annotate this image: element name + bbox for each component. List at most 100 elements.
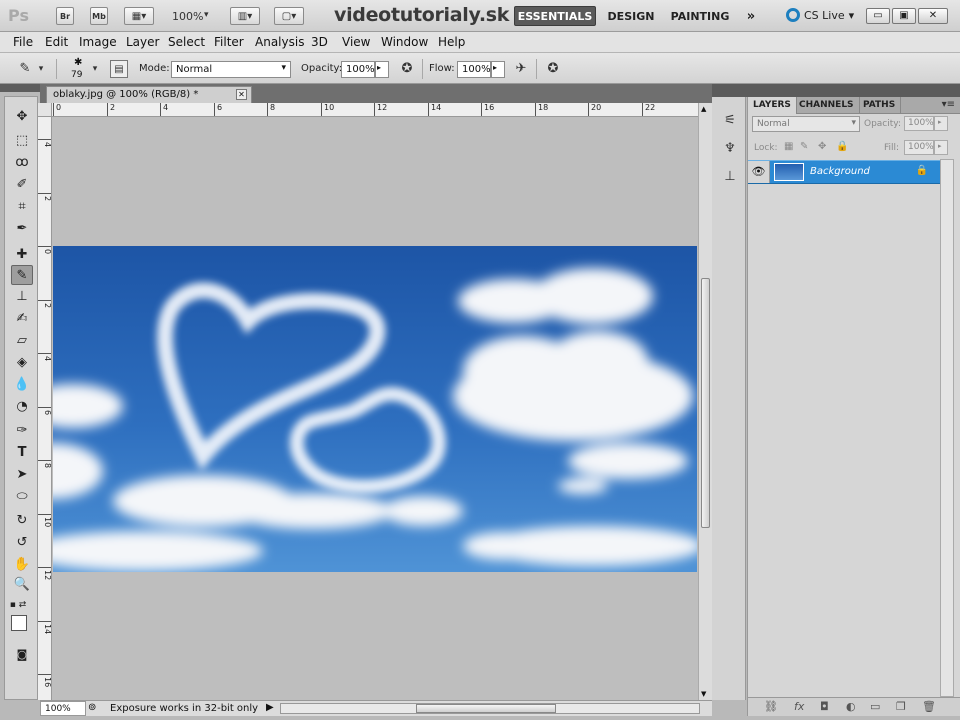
layers-scrollbar[interactable] xyxy=(940,159,954,697)
brush-tool-icon[interactable]: ✎ xyxy=(11,265,33,285)
layer-row-background[interactable]: 👁 Background 🔒 xyxy=(748,160,940,184)
horizontal-scrollbar[interactable] xyxy=(280,703,700,714)
view-extras-button[interactable]: ▦▾ xyxy=(124,7,154,25)
restore-button[interactable]: ▣ xyxy=(892,8,916,24)
new-layer-icon[interactable]: ❐ xyxy=(896,700,906,713)
tab-channels[interactable]: CHANNELS xyxy=(794,97,860,114)
lock-position-icon[interactable]: ✥ xyxy=(818,141,826,152)
vertical-ruler[interactable]: 4 2 0 2 4 6 8 10 12 14 16 xyxy=(38,117,52,700)
status-menu-arrow-icon[interactable]: ▶ xyxy=(266,702,274,713)
minimize-button[interactable]: ▭ xyxy=(866,8,890,24)
vertical-scrollbar[interactable]: ▲ ▼ xyxy=(698,103,712,700)
toolbox-header[interactable] xyxy=(0,84,40,92)
fill-slider-arrow[interactable]: ▸ xyxy=(934,140,948,155)
history-brush-tool-icon[interactable]: ✍ xyxy=(11,309,33,329)
close-button[interactable]: ✕ xyxy=(918,8,948,24)
pen-tool-icon[interactable]: ✑ xyxy=(11,421,33,441)
foreground-color-swatch[interactable] xyxy=(11,615,27,631)
hand-tool-icon[interactable]: ✋ xyxy=(11,555,33,575)
menu-edit[interactable]: Edit xyxy=(45,35,68,49)
panel-menu-icon[interactable]: ▾≡ xyxy=(942,99,955,110)
ellipse-tool-icon[interactable]: ⬭ xyxy=(11,487,33,507)
crop-tool-icon[interactable]: ⌗ xyxy=(11,197,33,217)
healing-brush-tool-icon[interactable]: ✚ xyxy=(11,245,33,265)
eraser-tool-icon[interactable]: ▱ xyxy=(11,331,33,351)
menu-help[interactable]: Help xyxy=(438,35,465,49)
document-info-icon[interactable]: ⊚ xyxy=(88,702,96,713)
bridge-button[interactable]: Br xyxy=(56,7,74,25)
menu-image[interactable]: Image xyxy=(79,35,117,49)
quick-selection-tool-icon[interactable]: ✐ xyxy=(11,175,33,195)
adjustment-layer-icon[interactable]: ◐ xyxy=(846,700,856,713)
workspace-essentials[interactable]: ESSENTIALS xyxy=(514,6,596,26)
layer-opacity-field[interactable]: 100% xyxy=(904,116,934,131)
pressure-size-icon[interactable]: ✪ xyxy=(544,60,562,78)
menu-file[interactable]: File xyxy=(13,35,33,49)
chevron-down-icon[interactable]: ▾ xyxy=(90,60,100,78)
more-workspaces-button[interactable]: » xyxy=(738,6,764,26)
document-canvas[interactable] xyxy=(52,117,698,700)
fill-field[interactable]: 100% xyxy=(904,140,934,155)
opacity-field[interactable]: 100% xyxy=(341,61,375,78)
mode-dropdown[interactable]: Normal ▾ xyxy=(171,61,291,78)
swap-colors-icon[interactable]: ▪ ⇄ xyxy=(7,595,29,615)
minibridge-button[interactable]: Mb xyxy=(90,7,108,25)
pressure-opacity-icon[interactable]: ✪ xyxy=(398,60,416,78)
layer-style-icon[interactable]: fx xyxy=(794,700,804,713)
chevron-down-icon[interactable]: ▾ xyxy=(204,10,209,20)
type-tool-icon[interactable]: T xyxy=(11,443,33,463)
eye-icon[interactable]: 👁 xyxy=(748,161,770,183)
zoom-level-dropdown[interactable]: 100% xyxy=(172,10,203,23)
new-group-icon[interactable]: ▭ xyxy=(870,700,880,713)
cs-live-button[interactable]: CS Live ▾ xyxy=(786,8,854,22)
quick-mask-icon[interactable]: ◙ xyxy=(11,645,33,665)
3d-orbit-tool-icon[interactable]: ↺ xyxy=(11,533,33,553)
clone-source-panel-icon[interactable]: ⊥ xyxy=(720,167,740,187)
workspace-painting[interactable]: PAINTING xyxy=(666,6,734,26)
status-zoom-field[interactable]: 100% xyxy=(40,701,86,716)
menu-filter[interactable]: Filter xyxy=(214,35,244,49)
add-mask-icon[interactable]: ◘ xyxy=(820,700,829,713)
tab-layers[interactable]: LAYERS xyxy=(748,97,797,114)
brush-panel-icon[interactable]: ♆ xyxy=(720,139,740,159)
brush-panel-toggle-icon[interactable]: ▤ xyxy=(110,60,128,78)
ruler-origin[interactable] xyxy=(38,103,52,117)
brush-presets-panel-icon[interactable]: ⚟ xyxy=(720,111,740,131)
vertical-scroll-thumb[interactable] xyxy=(701,278,710,528)
workspace-design[interactable]: DESIGN xyxy=(602,6,660,26)
menu-window[interactable]: Window xyxy=(381,35,428,49)
lasso-tool-icon[interactable]: ꝏ xyxy=(11,153,33,173)
arrange-documents-button[interactable]: ▥▾ xyxy=(230,7,260,25)
chevron-down-icon[interactable]: ▾ xyxy=(36,60,46,78)
opacity-slider-arrow[interactable]: ▸ xyxy=(934,116,948,131)
move-tool-icon[interactable]: ✥ xyxy=(11,107,33,127)
document-tab[interactable]: oblaky.jpg @ 100% (RGB/8) * ✕ xyxy=(46,86,252,103)
menu-3d[interactable]: 3D xyxy=(311,35,328,49)
menu-select[interactable]: Select xyxy=(168,35,205,49)
path-selection-tool-icon[interactable]: ➤ xyxy=(11,465,33,485)
menu-view[interactable]: View xyxy=(342,35,370,49)
link-layers-icon[interactable]: ⛓ xyxy=(764,700,778,713)
lock-transparency-icon[interactable]: ▦ xyxy=(784,141,793,152)
panel-dock-header[interactable] xyxy=(712,84,960,97)
scroll-up-icon[interactable]: ▲ xyxy=(701,105,706,113)
brush-tool-icon[interactable]: ✎ xyxy=(16,60,34,78)
close-icon[interactable]: ✕ xyxy=(236,89,247,100)
menu-analysis[interactable]: Analysis xyxy=(255,35,304,49)
flow-field[interactable]: 100% xyxy=(457,61,491,78)
eyedropper-tool-icon[interactable]: ✒ xyxy=(11,219,33,239)
flow-slider-arrow[interactable]: ▸ xyxy=(491,61,505,78)
3d-rotate-tool-icon[interactable]: ↻ xyxy=(11,511,33,531)
paint-bucket-tool-icon[interactable]: ◈ xyxy=(11,353,33,373)
blend-mode-dropdown[interactable]: Normal ▾ xyxy=(752,116,860,132)
blur-tool-icon[interactable]: 💧 xyxy=(11,375,33,395)
horizontal-scroll-thumb[interactable] xyxy=(416,704,556,713)
screen-mode-button[interactable]: ▢▾ xyxy=(274,7,304,25)
menu-layer[interactable]: Layer xyxy=(126,35,159,49)
lock-pixels-icon[interactable]: ✎ xyxy=(800,141,808,152)
marquee-tool-icon[interactable]: ⬚ xyxy=(11,131,33,151)
airbrush-icon[interactable]: ✈ xyxy=(512,60,530,78)
trash-icon[interactable]: 🗑 xyxy=(922,700,936,713)
lock-all-icon[interactable]: 🔒 xyxy=(836,141,848,152)
tab-paths[interactable]: PATHS xyxy=(858,97,902,114)
